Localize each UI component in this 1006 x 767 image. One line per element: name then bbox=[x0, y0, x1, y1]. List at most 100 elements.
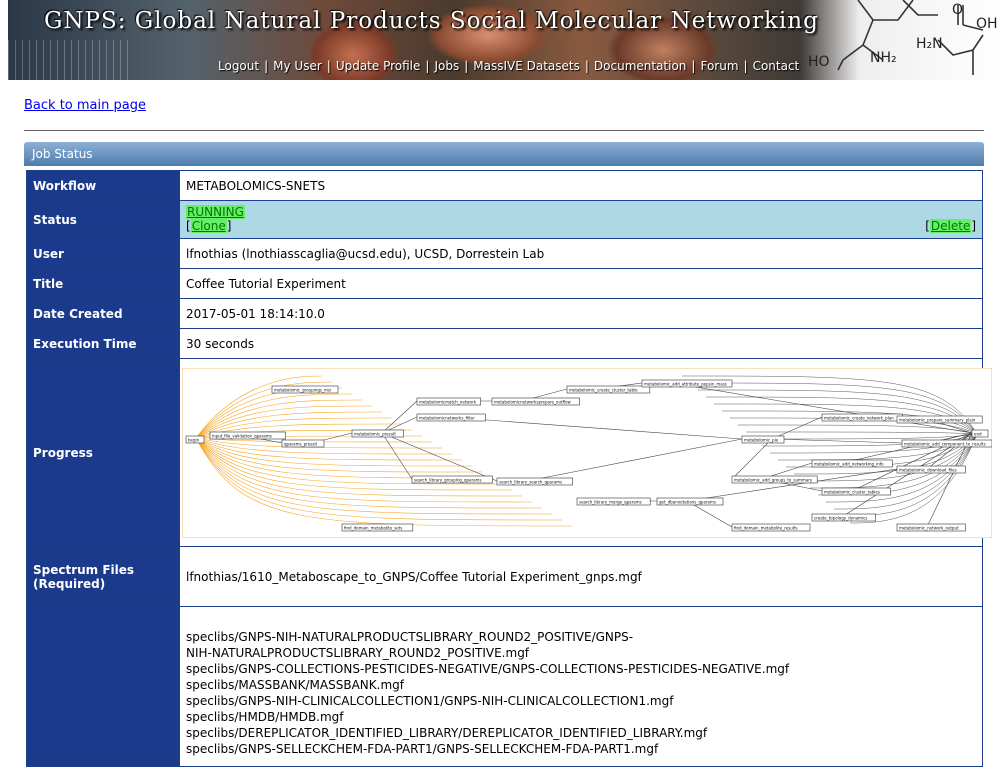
back-to-main-link[interactable]: Back to main page bbox=[24, 98, 146, 113]
job-status-table: Workflow METABOLOMICS-SNETS Status RUNNI… bbox=[26, 170, 992, 767]
status-running-link[interactable]: RUNNING bbox=[186, 205, 245, 219]
delete-link[interactable]: Delete bbox=[929, 219, 972, 233]
nav-my-user[interactable]: My User bbox=[273, 59, 322, 73]
job-status-header: Job Status bbox=[24, 142, 984, 166]
spectrum-graphic bbox=[8, 40, 128, 80]
nav-forum[interactable]: Forum bbox=[700, 59, 738, 73]
svg-text:metabolomic_add_component_to_r: metabolomic_add_component_to_results bbox=[904, 441, 986, 446]
svg-text:metabolomic_cluster_tables: metabolomic_cluster_tables bbox=[824, 489, 880, 494]
row-workflow: Workflow METABOLOMICS-SNETS bbox=[26, 170, 983, 201]
library-file: speclibs/HMDB/HMDB.mgf bbox=[186, 710, 344, 724]
workflow-node[interactable]: search_library_grouping_qparams bbox=[411, 475, 493, 483]
row-libraries: speclibs/GNPS-NIH-NATURALPRODUCTSLIBRARY… bbox=[26, 606, 983, 767]
svg-text:find_domain_metabolite_results: find_domain_metabolite_results bbox=[734, 525, 798, 530]
row-title: Title Coffee Tutorial Experiment bbox=[26, 268, 983, 299]
workflow-node[interactable]: metabolomic_create_network_plan bbox=[821, 413, 903, 421]
workflow-node[interactable]: metabolomic_add_component_to_results bbox=[901, 439, 992, 447]
site-title: GNPS: Global Natural Products Social Mol… bbox=[44, 8, 819, 34]
workflow-node[interactable]: search_library_merge_qparams bbox=[576, 497, 651, 505]
svg-text:metabolomic_groupings_msi: metabolomic_groupings_msi bbox=[274, 387, 331, 392]
workflow-node[interactable]: metabolomic_groupings_msi bbox=[271, 385, 339, 393]
workflow-node[interactable]: metabolomicnetworksprepare_outflow bbox=[491, 397, 580, 405]
workflow-node[interactable]: qparams_pressit bbox=[281, 439, 325, 447]
workflow-node[interactable]: input_file_validation_qparams bbox=[209, 431, 286, 439]
workflow-node[interactable]: metabolomic_create_cluster_table bbox=[566, 385, 651, 393]
svg-text:create_topology_dynamics: create_topology_dynamics bbox=[814, 515, 867, 520]
svg-text:get_dbannotations_qparams: get_dbannotations_qparams bbox=[659, 499, 716, 504]
o-label: O bbox=[952, 2, 963, 18]
spectrum-files-label: Spectrum Files (Required) bbox=[26, 546, 180, 607]
workflow-node[interactable]: metabolomicnetworks_filter bbox=[416, 413, 486, 421]
row-status: Status RUNNING [Clone] [Delete] bbox=[26, 200, 983, 239]
workflow-node[interactable]: end bbox=[971, 429, 989, 437]
library-file: speclibs/MASSBANK/MASSBANK.mgf bbox=[186, 678, 404, 692]
svg-text:end: end bbox=[974, 431, 982, 436]
svg-text:metabolomicnetworks_filter: metabolomicnetworks_filter bbox=[419, 415, 475, 420]
workflow-node[interactable]: begin bbox=[185, 435, 205, 443]
workflow-node[interactable]: metabolomic_cluster_tables bbox=[821, 487, 891, 495]
workflow-node[interactable]: search_library_search_qparams bbox=[496, 477, 573, 485]
divider bbox=[24, 130, 984, 131]
workflow-node[interactable]: metabolomic_add_attribute_pepsin_mass bbox=[641, 379, 733, 387]
row-user: User lfnothias (lnothiasscaglia@ucsd.edu… bbox=[26, 238, 983, 269]
workflow-label: Workflow bbox=[26, 170, 180, 201]
date-created-label: Date Created bbox=[26, 298, 180, 329]
workflow-node[interactable]: metabolomic_prepare_summary_plain bbox=[896, 415, 983, 423]
svg-text:search_library_grouping_qparam: search_library_grouping_qparams bbox=[414, 477, 482, 482]
library-file: speclibs/DEREPLICATOR_IDENTIFIED_LIBRARY… bbox=[186, 726, 708, 740]
svg-text:metabolomic_add_groups_to_summ: metabolomic_add_groups_to_summary bbox=[734, 477, 813, 482]
nav-contact[interactable]: Contact bbox=[753, 59, 800, 73]
header-banner: GNPS: Global Natural Products Social Mol… bbox=[8, 0, 998, 80]
nav-logout[interactable]: Logout bbox=[218, 59, 259, 73]
workflow-progress-graph[interactable]: begin input_file_validation_qparamsqparam… bbox=[182, 367, 992, 538]
svg-text:search_library_merge_qparams: search_library_merge_qparams bbox=[579, 499, 642, 504]
date-created-value: 2017-05-01 18:14:10.0 bbox=[179, 298, 983, 329]
workflow-node[interactable]: create_topology_dynamics bbox=[811, 513, 876, 521]
library-file: speclibs/GNPS-NIH-NATURALPRODUCTSLIBRARY… bbox=[186, 630, 634, 644]
user-label: User bbox=[26, 238, 180, 269]
svg-text:find_domain_metabolite_sets: find_domain_metabolite_sets bbox=[344, 525, 402, 530]
svg-text:metabolomicnetworksprepare_out: metabolomicnetworksprepare_outflow bbox=[494, 399, 572, 404]
ho-label: HO bbox=[808, 54, 830, 70]
workflow-node[interactable]: get_dbannotations_qparams bbox=[656, 497, 724, 505]
workflow-node[interactable]: metabolomicmatch_network bbox=[416, 397, 481, 405]
row-execution-time: Execution Time 30 seconds bbox=[26, 328, 983, 359]
svg-text:qparams_pressit: qparams_pressit bbox=[284, 441, 317, 446]
svg-text:metabolomicmatch_network: metabolomicmatch_network bbox=[419, 399, 477, 404]
workflow-node[interactable]: find_domain_metabolite_sets bbox=[341, 523, 414, 531]
svg-text:metabolomic_download_files: metabolomic_download_files bbox=[899, 467, 957, 472]
execution-time-value: 30 seconds bbox=[179, 328, 983, 359]
svg-text:metabolomic_presult: metabolomic_presult bbox=[354, 431, 396, 436]
workflow-node[interactable]: metabolomic_pie bbox=[741, 435, 785, 443]
svg-text:metabolomic_create_cluster_tab: metabolomic_create_cluster_table bbox=[569, 387, 638, 392]
graph-background bbox=[182, 367, 992, 538]
molecule-structure-logo: HO NH₂ H₂N OH O bbox=[808, 0, 998, 75]
row-date: Date Created 2017-05-01 18:14:10.0 bbox=[26, 298, 983, 329]
nav-documentation[interactable]: Documentation bbox=[594, 59, 687, 73]
progress-label: Progress bbox=[26, 358, 180, 547]
library-file: speclibs/GNPS-COLLECTIONS-PESTICIDES-NEG… bbox=[186, 662, 790, 676]
svg-text:metabolomic_network_output: metabolomic_network_output bbox=[899, 525, 959, 530]
workflow-node[interactable]: metabolomic_download_files bbox=[896, 465, 966, 473]
svg-text:search_library_search_qparams: search_library_search_qparams bbox=[499, 479, 562, 484]
spectrum-file-value: lfnothias/1610_Metaboscape_to_GNPS/Coffe… bbox=[179, 546, 983, 607]
workflow-node[interactable]: metabolomic_add_groups_to_summary bbox=[731, 475, 818, 483]
svg-text:begin: begin bbox=[188, 437, 200, 442]
nh2-label: NH₂ bbox=[870, 50, 897, 66]
nav-jobs[interactable]: Jobs bbox=[434, 59, 459, 73]
svg-text:metabolomic_add_networking_inf: metabolomic_add_networking_info bbox=[814, 461, 884, 466]
row-progress: Progress begin input_file_validation_qpar… bbox=[26, 358, 992, 547]
svg-text:metabolomic_pie: metabolomic_pie bbox=[744, 437, 779, 442]
clone-link[interactable]: Clone bbox=[190, 219, 227, 233]
workflow-node[interactable]: metabolomic_network_output bbox=[896, 523, 966, 531]
nav-massive-datasets[interactable]: MassIVE Datasets bbox=[473, 59, 580, 73]
row-spectrum-files: Spectrum Files (Required) lfnothias/1610_… bbox=[26, 546, 983, 607]
h2n-label: H₂N bbox=[916, 36, 943, 52]
workflow-node[interactable]: find_domain_metabolite_results bbox=[731, 523, 811, 531]
svg-text:metabolomic_add_attribute_peps: metabolomic_add_attribute_pepsin_mass bbox=[644, 381, 727, 386]
nav-update-profile[interactable]: Update Profile bbox=[336, 59, 421, 73]
workflow-node[interactable]: metabolomic_presult bbox=[351, 429, 404, 437]
workflow-node[interactable]: metabolomic_add_networking_info bbox=[811, 459, 893, 467]
top-navigation: Logout | My User | Update Profile | Jobs | MassI… bbox=[218, 59, 800, 73]
workflow-value: METABOLOMICS-SNETS bbox=[179, 170, 983, 201]
